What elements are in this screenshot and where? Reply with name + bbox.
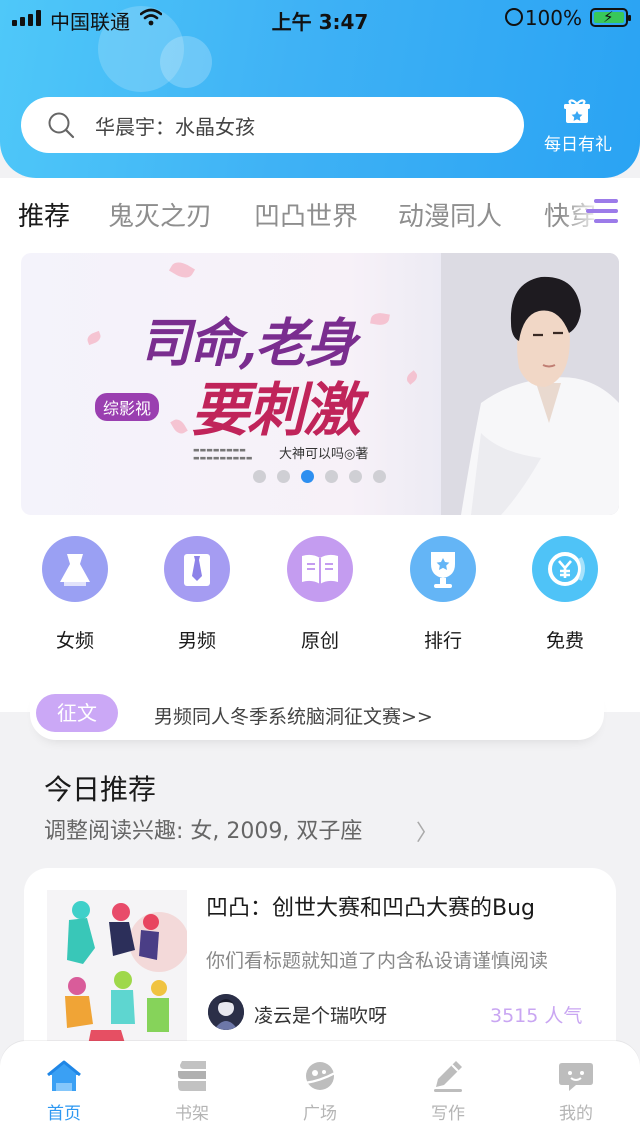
- banner-title-line2: 要刺激: [191, 376, 361, 444]
- open-book-icon: [287, 536, 353, 602]
- daily-gift-label: 每日有礼: [544, 135, 612, 155]
- category-ranking[interactable]: 排行: [398, 536, 488, 656]
- popularity-count: 3515 人气: [490, 1005, 583, 1027]
- banner-fineprint: ▬▬▬▬▬▬▬▬ ▬▬▬▬▬▬▬▬▬: [193, 446, 253, 462]
- bookshelf-icon: [178, 1061, 206, 1091]
- banner-portrait-image: [441, 253, 619, 515]
- trophy-icon: [410, 536, 476, 602]
- author-name: 凌云是个瑞吹呀: [254, 1005, 388, 1027]
- nav-label: 书架: [175, 1104, 209, 1124]
- tab-recommend[interactable]: 推荐: [18, 196, 70, 233]
- banner-genre-tag: 综影视: [95, 393, 160, 421]
- book-description: 你们看标题就知道了内含私设请谨慎阅读: [206, 950, 549, 972]
- nav-write[interactable]: 写作: [384, 1041, 512, 1139]
- header: 中国联通 上午 3:47 100% ⚡ 华晨宇：水晶女孩 每日有礼: [0, 0, 640, 178]
- banner-carousel[interactable]: 司命,老身 要刺激 综影视 ▬▬▬▬▬▬▬▬ ▬▬▬▬▬▬▬▬▬ 大神可以吗◎著: [21, 253, 619, 515]
- interest-settings-link[interactable]: 调整阅读兴趣: 女, 2009, 双子座: [44, 813, 362, 845]
- nav-label: 写作: [431, 1104, 465, 1124]
- battery-icon: ⚡: [590, 8, 631, 27]
- nav-square[interactable]: 广场: [256, 1041, 384, 1139]
- section-title: 今日推荐: [44, 773, 157, 806]
- contest-tag: 征文: [36, 694, 118, 732]
- banner-author: 大神可以吗◎著: [279, 447, 369, 462]
- bottom-tab-bar: 首页 书架 广场 写作 我的: [0, 1041, 640, 1139]
- nav-home[interactable]: 首页: [0, 1041, 128, 1139]
- daily-gift-button[interactable]: 每日有礼: [536, 98, 620, 158]
- nav-bookshelf[interactable]: 书架: [128, 1041, 256, 1139]
- contest-banner[interactable]: 征文 男频同人冬季系统脑洞征文赛>>: [30, 688, 604, 740]
- category-free[interactable]: 免费: [520, 536, 610, 656]
- book-title: 凹凸：创世大赛和凹凸大赛的Bug: [206, 896, 536, 921]
- tabs-menu-icon[interactable]: [586, 196, 618, 228]
- nav-profile[interactable]: 我的: [512, 1041, 640, 1139]
- home-icon: [47, 1060, 81, 1091]
- search-bar[interactable]: 华晨宇：水晶女孩: [21, 97, 524, 153]
- nav-label: 首页: [47, 1104, 81, 1124]
- book-cover-image: [47, 890, 187, 1050]
- category-label: 男频: [177, 630, 216, 652]
- category-label: 排行: [423, 630, 462, 652]
- chat-profile-icon: [559, 1063, 593, 1091]
- gift-icon: [564, 99, 590, 123]
- dress-icon: [42, 536, 108, 602]
- category-label: 免费: [545, 630, 584, 652]
- category-tabs: 推荐 鬼灭之刃 凹凸世界 动漫同人 快穿: [0, 178, 640, 248]
- shirt-tie-icon: [164, 536, 230, 602]
- app-root: 中国联通 上午 3:47 100% ⚡ 华晨宇：水晶女孩 每日有礼 推荐 鬼灭之…: [0, 0, 640, 1139]
- author-avatar: [208, 994, 244, 1030]
- planet-icon: [304, 1062, 336, 1090]
- category-label: 原创: [300, 630, 339, 652]
- search-placeholder: 华晨宇：水晶女孩: [95, 115, 255, 139]
- category-label: 女频: [55, 630, 94, 652]
- chevron-right-icon[interactable]: 〉: [416, 815, 438, 847]
- tab-anime-fanfic[interactable]: 动漫同人: [398, 196, 502, 233]
- contest-text: 男频同人冬季系统脑洞征文赛>>: [154, 706, 433, 728]
- tab-aotu-world[interactable]: 凹凸世界: [254, 196, 358, 233]
- nav-label: 广场: [303, 1104, 337, 1124]
- tab-demon-slayer[interactable]: 鬼灭之刃: [108, 196, 212, 233]
- status-bar: 中国联通 上午 3:47 100% ⚡: [0, 0, 640, 36]
- rotation-lock-icon: [505, 8, 523, 26]
- yen-coin-icon: [532, 536, 598, 602]
- pen-icon: [434, 1061, 462, 1092]
- search-icon: [48, 112, 75, 139]
- category-male[interactable]: 男频: [152, 536, 242, 656]
- category-female[interactable]: 女频: [30, 536, 120, 656]
- category-original[interactable]: 原创: [275, 536, 365, 656]
- nav-label: 我的: [559, 1104, 593, 1124]
- battery-percent: 100%: [524, 6, 582, 30]
